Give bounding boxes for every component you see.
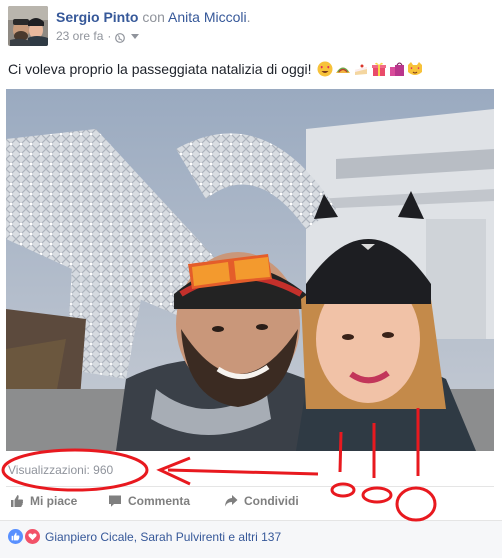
tagged-suffix: . [246, 9, 251, 25]
shopping-bags-emoji [389, 61, 405, 77]
reactions-text: Gianpiero Cicale, Sarah Pulvirenti e alt… [45, 529, 282, 544]
post-photo[interactable] [6, 89, 494, 451]
dot-separator: · [107, 29, 112, 43]
globe-icon[interactable] [115, 31, 126, 43]
author-name-link[interactable]: Sergio Pinto [56, 9, 138, 25]
privacy-dropdown-caret-icon[interactable] [131, 33, 140, 39]
gift-emoji [371, 61, 387, 77]
reactions-bar: Gianpiero Cicale, Sarah Pulvirenti e alt… [0, 520, 502, 558]
share-arrow-icon [225, 495, 238, 507]
heart-eyes-cat-emoji [407, 61, 423, 77]
comment-label: Commenta [128, 494, 191, 508]
share-button[interactable]: Condividi [224, 490, 299, 512]
post-meta: Sergio Pinto con Anita Miccoli. 23 ore f… [56, 8, 494, 44]
post-author-line: Sergio Pinto con Anita Miccoli. [56, 8, 494, 26]
author-avatar[interactable] [8, 6, 48, 46]
share-label: Condividi [244, 494, 299, 508]
caption-emojis [317, 61, 423, 77]
divider [6, 486, 494, 487]
comment-icon [109, 495, 121, 507]
post-timestamp-link[interactable]: 23 ore fa [56, 28, 103, 44]
post-subline: 23 ore fa · [56, 28, 494, 44]
taco-emoji [335, 61, 351, 77]
post-header: Sergio Pinto con Anita Miccoli. 23 ore f… [8, 6, 494, 50]
caption-text: Ci voleva proprio la passeggiata nataliz… [8, 61, 312, 77]
reactions-summary[interactable]: Gianpiero Cicale, Sarah Pulvirenti e alt… [8, 529, 281, 544]
comment-button[interactable]: Commenta [108, 490, 190, 512]
heart-eyes-emoji [317, 61, 333, 77]
post-actions: Mi piace Commenta Condividi [8, 490, 494, 514]
facebook-post: Sergio Pinto con Anita Miccoli. 23 ore f… [0, 0, 502, 558]
thumbs-up-icon [11, 495, 24, 507]
with-word: con [142, 9, 165, 25]
like-button[interactable]: Mi piace [10, 490, 77, 512]
views-count: Visualizzazioni: 960 [8, 463, 114, 477]
tagged-friend-link[interactable]: Anita Miccoli [168, 9, 247, 25]
like-reaction-icon [8, 529, 23, 544]
cake-slice-emoji [353, 61, 369, 77]
like-label: Mi piace [30, 494, 78, 508]
post-caption: Ci voleva proprio la passeggiata nataliz… [8, 60, 423, 78]
love-reaction-icon [25, 529, 40, 544]
